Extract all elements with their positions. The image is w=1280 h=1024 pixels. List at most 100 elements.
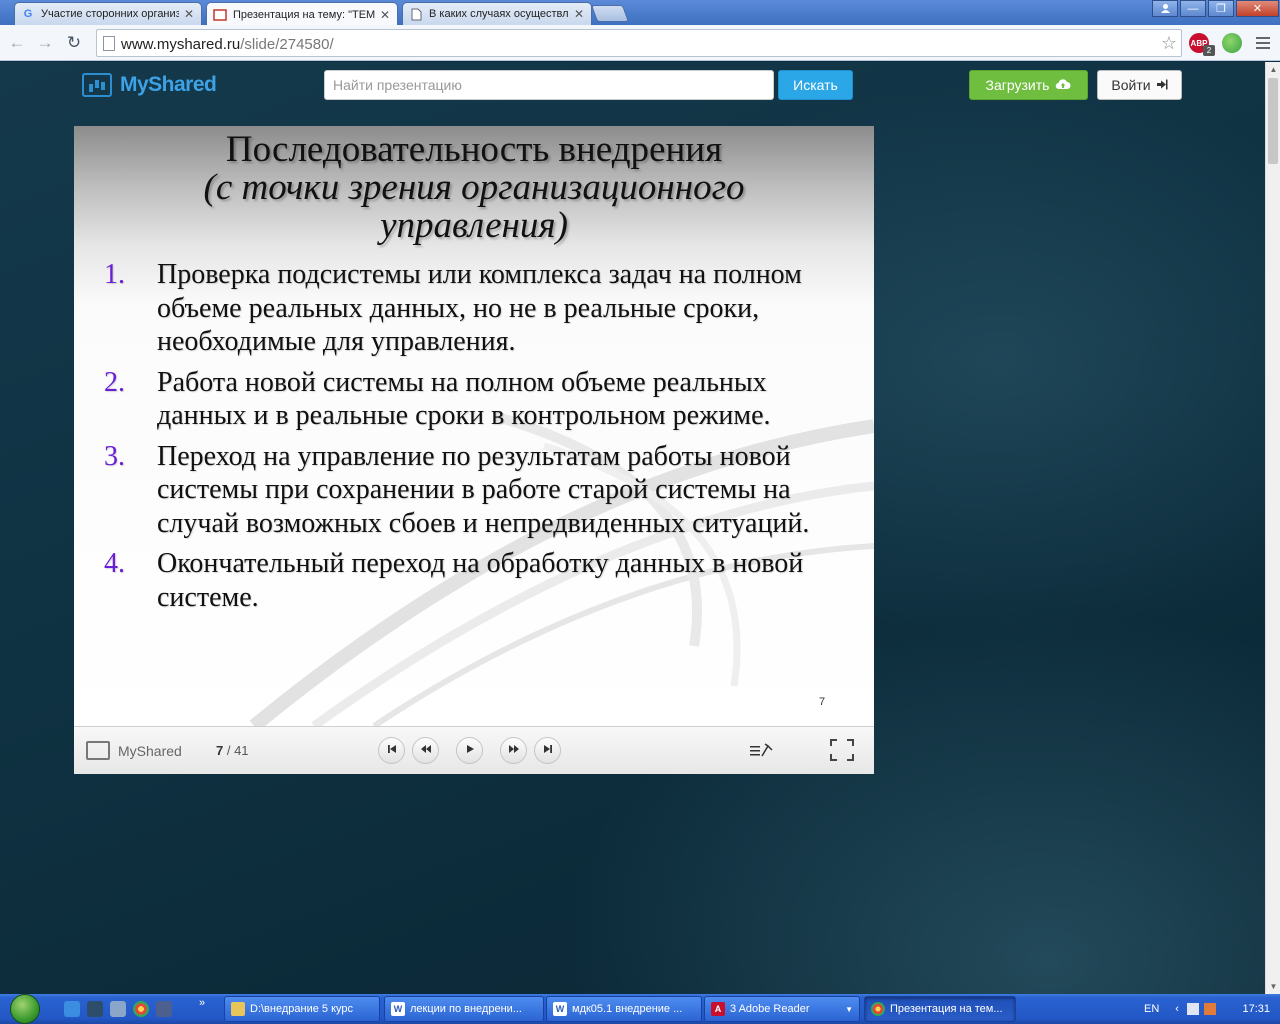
list-item: 3. Переход на управление по результатам … bbox=[104, 440, 844, 541]
close-icon[interactable]: ✕ bbox=[183, 7, 195, 21]
list-item-number: 2. bbox=[104, 366, 125, 398]
url-host: www.myshared.ru bbox=[121, 36, 241, 53]
slide-title-line-1: Последовательность внедрения bbox=[225, 129, 723, 170]
list-item-number: 1. bbox=[104, 259, 125, 290]
close-icon[interactable]: ✕ bbox=[379, 8, 391, 22]
login-button-label: Войти bbox=[1111, 77, 1151, 93]
utility-icon[interactable] bbox=[156, 1001, 172, 1017]
slide-title-line-2: (с точки зрения организационного управле… bbox=[203, 167, 745, 246]
task-label: мдк05.1 внедрение ... bbox=[572, 1003, 683, 1015]
login-button[interactable]: Войти bbox=[1097, 70, 1182, 100]
scroll-up-icon[interactable]: ▲ bbox=[1266, 62, 1280, 77]
upload-button[interactable]: Загрузить bbox=[969, 70, 1088, 100]
adobe-reader-icon: A bbox=[711, 1002, 725, 1016]
tray-chevron-icon[interactable]: ‹ bbox=[1175, 1003, 1179, 1015]
start-button[interactable] bbox=[0, 994, 50, 1024]
counter-separator: / bbox=[223, 743, 235, 758]
list-item: 2. Работа новой системы на полном объеме… bbox=[104, 366, 844, 433]
list-item-text: Проверка подсистемы или комплекса задач … bbox=[157, 259, 802, 357]
scroll-down-icon[interactable]: ▼ bbox=[1266, 979, 1280, 994]
ie-icon[interactable] bbox=[64, 1001, 80, 1017]
menu-icon[interactable] bbox=[1256, 35, 1270, 51]
list-item-number: 4. bbox=[104, 548, 125, 579]
scrollbar-thumb[interactable] bbox=[1268, 78, 1278, 164]
task-chrome-presentation[interactable]: Презентация на тем... bbox=[864, 996, 1016, 1022]
list-item: 4. Окончательный переход на обработку да… bbox=[104, 547, 844, 614]
fullscreen-icon[interactable] bbox=[830, 739, 854, 761]
slide-counter: 7 / 41 bbox=[216, 743, 249, 758]
url-path: /slide/274580/ bbox=[240, 36, 334, 53]
play-button[interactable] bbox=[456, 737, 483, 764]
tab-title: В каких случаях осуществл bbox=[429, 8, 569, 20]
first-slide-button[interactable] bbox=[378, 737, 405, 764]
list-item: 1. Проверка подсистемы или комплекса зад… bbox=[104, 258, 844, 359]
tab-article[interactable]: В каких случаях осуществл ✕ bbox=[402, 2, 592, 25]
new-tab-button[interactable] bbox=[590, 5, 630, 22]
word-icon: W bbox=[391, 1002, 405, 1016]
slide-canvas: Последовательность внедрения (с точки зр… bbox=[74, 126, 874, 726]
site-logo[interactable]: MyShared bbox=[82, 70, 217, 100]
search-button[interactable]: Искать bbox=[778, 70, 853, 100]
play-icon bbox=[465, 744, 475, 757]
box-icon[interactable] bbox=[110, 1001, 126, 1017]
cloud-upload-icon bbox=[1055, 77, 1071, 93]
logo-text: MyShared bbox=[120, 73, 217, 96]
myshared-logo-icon bbox=[86, 741, 110, 760]
search-button-label: Искать bbox=[793, 77, 838, 93]
google-g-icon: G bbox=[23, 8, 33, 20]
previous-slide-button[interactable] bbox=[412, 737, 439, 764]
last-slide-button[interactable] bbox=[534, 737, 561, 764]
minimize-button[interactable]: — bbox=[1180, 0, 1206, 17]
user-icon[interactable] bbox=[1152, 0, 1178, 17]
task-word-2[interactable]: W мдк05.1 внедрение ... bbox=[546, 996, 702, 1022]
list-item-number: 3. bbox=[104, 440, 125, 472]
address-bar[interactable]: www.myshared.ru/slide/274580/ ☆ bbox=[96, 29, 1182, 57]
sign-in-icon bbox=[1156, 77, 1168, 93]
page-scrollbar[interactable]: ▲ ▼ bbox=[1265, 62, 1280, 994]
network-icon[interactable] bbox=[1186, 1003, 1199, 1015]
slide-title: Последовательность внедрения (с точки зр… bbox=[124, 131, 824, 245]
windows-taskbar: » D:\внедрание 5 курс W лекции по внедре… bbox=[0, 994, 1280, 1024]
clock[interactable]: 17:31 bbox=[1242, 1003, 1270, 1015]
skip-to-end-icon bbox=[543, 744, 553, 757]
reload-icon[interactable]: ↻ bbox=[63, 32, 85, 54]
text-speed-icon[interactable] bbox=[749, 741, 775, 764]
task-word-1[interactable]: W лекции по внедрени... bbox=[384, 996, 544, 1022]
restore-button[interactable]: ❐ bbox=[1208, 0, 1234, 17]
word-icon: W bbox=[553, 1002, 567, 1016]
close-window-button[interactable]: ✕ bbox=[1236, 0, 1279, 17]
task-label: D:\внедрание 5 курс bbox=[250, 1003, 354, 1015]
quicklaunch-expand-icon[interactable]: » bbox=[199, 997, 205, 1009]
total-slides: 41 bbox=[234, 743, 249, 758]
tab-presentation[interactable]: Презентация на тему: "ТЕМ ✕ bbox=[206, 2, 398, 26]
close-icon[interactable]: ✕ bbox=[573, 7, 585, 21]
bookmark-star-icon[interactable]: ☆ bbox=[1161, 33, 1177, 54]
next-slide-button[interactable] bbox=[500, 737, 527, 764]
task-adobe-reader[interactable]: A 3 Adobe Reader ▼ bbox=[704, 996, 860, 1022]
folder-icon bbox=[231, 1002, 245, 1016]
chrome-icon bbox=[871, 1002, 885, 1016]
task-label: лекции по внедрени... bbox=[410, 1003, 522, 1015]
chrome-icon[interactable] bbox=[133, 1001, 149, 1017]
browser-tab-strip: G Участие сторонних организ ✕ Презентаци… bbox=[0, 0, 1280, 26]
upload-button-label: Загрузить bbox=[985, 77, 1050, 93]
tab-title: Участие сторонних организ bbox=[41, 8, 179, 20]
task-label: Презентация на тем... bbox=[890, 1003, 1003, 1015]
forward-arrow-icon[interactable]: → bbox=[34, 32, 56, 54]
task-label: 3 Adobe Reader bbox=[730, 1003, 810, 1015]
task-explorer[interactable]: D:\внедрание 5 курс bbox=[224, 996, 380, 1022]
player-brand[interactable]: MyShared bbox=[86, 741, 182, 760]
group-dropdown-icon: ▼ bbox=[845, 1004, 853, 1014]
browser-toolbar: ← → ↻ www.myshared.ru/slide/274580/ ☆ AB… bbox=[0, 25, 1280, 61]
security-alert-icon[interactable] bbox=[1203, 1003, 1216, 1015]
tab-google[interactable]: G Участие сторонних организ ✕ bbox=[14, 2, 202, 25]
back-arrow-icon[interactable]: ← bbox=[6, 32, 28, 54]
globe-icon[interactable] bbox=[1222, 33, 1242, 53]
url-text[interactable]: www.myshared.ru/slide/274580/ bbox=[121, 36, 334, 53]
language-indicator[interactable]: EN bbox=[1144, 1003, 1159, 1015]
desktop-icon[interactable] bbox=[87, 1001, 103, 1017]
search-input[interactable] bbox=[324, 70, 774, 100]
slide-player-bar: MyShared 7 / 41 bbox=[74, 726, 874, 774]
list-item-text: Переход на управление по результатам раб… bbox=[157, 440, 810, 539]
fast-forward-icon bbox=[508, 744, 520, 757]
